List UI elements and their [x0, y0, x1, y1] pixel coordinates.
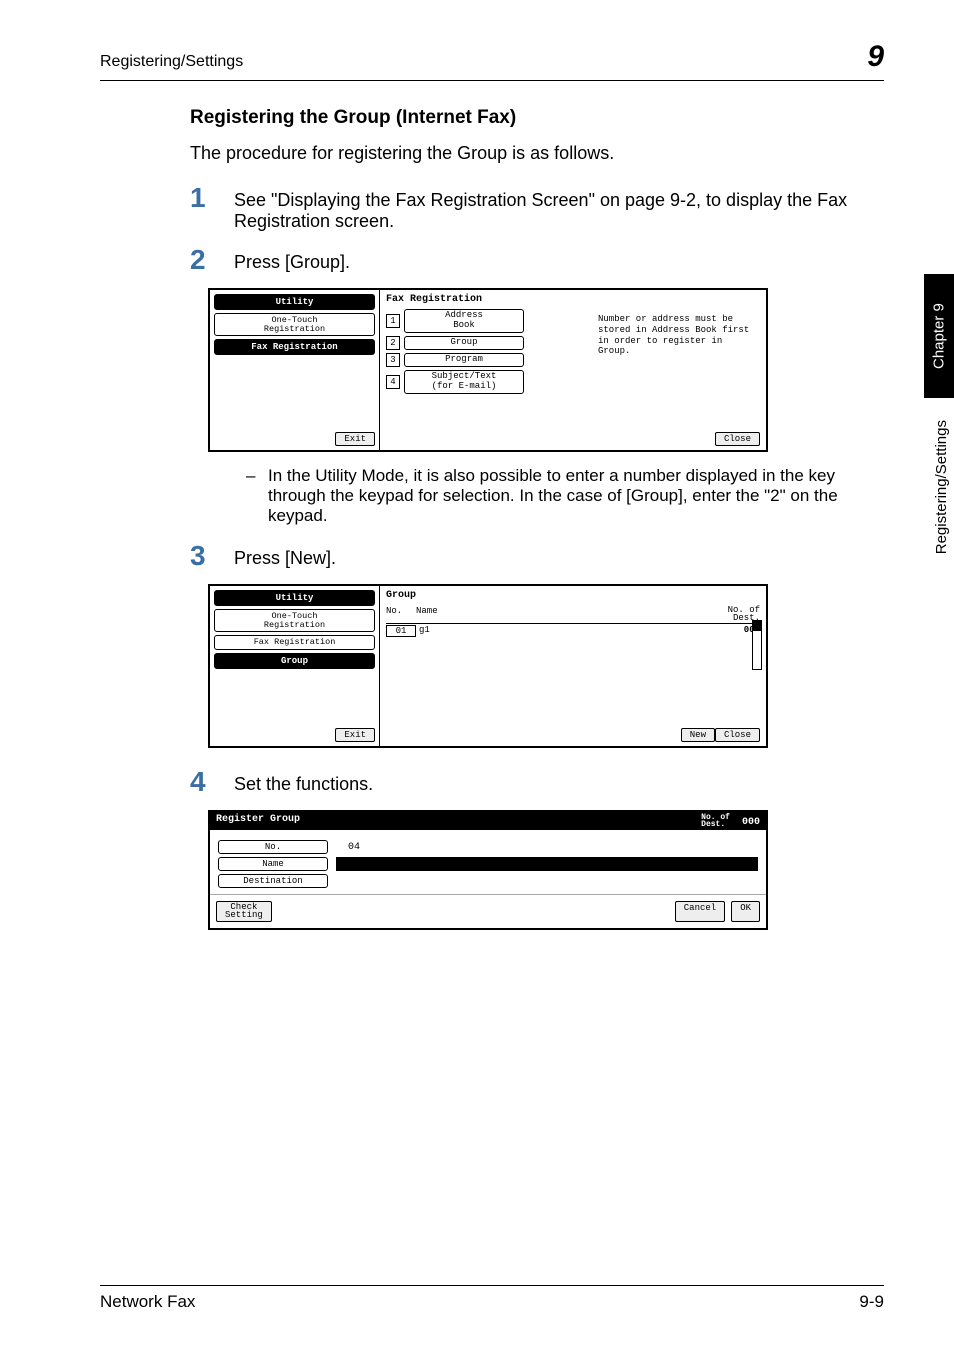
- step-2: 2 Press [Group].: [190, 246, 884, 274]
- chapter-tab: Chapter 9: [924, 274, 954, 398]
- screenshot-group-list: Utility One-Touch Registration Fax Regis…: [208, 584, 884, 748]
- step-2-number: 2: [190, 246, 234, 274]
- fax-registration-tab-2[interactable]: Fax Registration: [214, 635, 375, 650]
- utility-tab[interactable]: Utility: [214, 294, 375, 310]
- group-tab[interactable]: Group: [214, 653, 375, 669]
- group-button[interactable]: Group: [404, 336, 524, 350]
- step-1-text: See "Displaying the Fax Registration Scr…: [234, 184, 884, 232]
- page-footer: Network Fax 9-9: [100, 1285, 884, 1312]
- step-1: 1 See "Displaying the Fax Registration S…: [190, 184, 884, 232]
- screenshot-fax-registration: Utility One-Touch Registration Fax Regis…: [208, 288, 884, 452]
- step-2-note: – In the Utility Mode, it is also possib…: [246, 466, 884, 526]
- screen3-dest-label: No. of Dest.: [701, 814, 730, 828]
- group-row-name: g1: [419, 625, 690, 637]
- step-3-number: 3: [190, 542, 234, 570]
- no-value: 04: [348, 842, 360, 853]
- screen3-dest-value: 000: [742, 817, 760, 828]
- close-button-2[interactable]: Close: [715, 728, 760, 742]
- ok-button[interactable]: OK: [731, 901, 760, 921]
- intro-text: The procedure for registering the Group …: [190, 143, 884, 164]
- destination-button[interactable]: Destination: [218, 874, 328, 888]
- dash-bullet: –: [246, 466, 268, 526]
- group-row-dest: 003: [690, 625, 760, 637]
- col-dest: No. of Dest.: [690, 606, 760, 622]
- page-header: Registering/Settings 9: [100, 40, 884, 81]
- col-name: Name: [416, 606, 690, 622]
- screen3-title: Register Group: [216, 814, 300, 828]
- exit-button[interactable]: Exit: [335, 432, 375, 446]
- name-value: [336, 857, 758, 871]
- exit-button-2[interactable]: Exit: [335, 728, 375, 742]
- header-chapter-number: 9: [867, 40, 884, 74]
- header-left: Registering/Settings: [100, 53, 243, 71]
- option-4-number: 4: [386, 375, 400, 389]
- fax-registration-tab[interactable]: Fax Registration: [214, 339, 375, 355]
- option-3-number: 3: [386, 353, 400, 367]
- screenshot-register-group: Register Group No. of Dest. 000 No. 04 N…: [208, 810, 884, 930]
- step-2-text: Press [Group].: [234, 246, 350, 273]
- option-2-number: 2: [386, 336, 400, 350]
- utility-tab-2[interactable]: Utility: [214, 590, 375, 606]
- step-3: 3 Press [New].: [190, 542, 884, 570]
- screen1-title: Fax Registration: [386, 294, 760, 305]
- footer-left: Network Fax: [100, 1292, 195, 1312]
- subject-text-button[interactable]: Subject/Text (for E-mail): [404, 370, 524, 394]
- screen2-title: Group: [386, 590, 760, 601]
- new-button[interactable]: New: [681, 728, 715, 742]
- step-1-number: 1: [190, 184, 234, 212]
- step-2-note-text: In the Utility Mode, it is also possible…: [268, 466, 884, 526]
- step-4: 4 Set the functions.: [190, 768, 884, 796]
- screen1-message: Number or address must be stored in Addr…: [598, 314, 758, 357]
- address-book-button[interactable]: Address Book: [404, 309, 524, 333]
- group-row-no: 01: [386, 625, 416, 637]
- footer-right: 9-9: [859, 1292, 884, 1312]
- step-4-number: 4: [190, 768, 234, 796]
- step-4-text: Set the functions.: [234, 768, 373, 795]
- group-row-01[interactable]: 01 g1 003: [386, 624, 760, 638]
- close-button[interactable]: Close: [715, 432, 760, 446]
- scrollbar[interactable]: [752, 620, 762, 670]
- program-button[interactable]: Program: [404, 353, 524, 367]
- col-no: No.: [386, 606, 416, 622]
- one-touch-registration-tab[interactable]: One-Touch Registration: [214, 313, 375, 336]
- check-setting-button[interactable]: Check Setting: [216, 901, 272, 921]
- side-section-label: Registering/Settings: [933, 420, 950, 554]
- option-1-number: 1: [386, 314, 400, 328]
- section-title: Registering the Group (Internet Fax): [190, 107, 884, 129]
- step-3-text: Press [New].: [234, 542, 336, 569]
- name-button[interactable]: Name: [218, 857, 328, 871]
- one-touch-registration-tab-2[interactable]: One-Touch Registration: [214, 609, 375, 632]
- cancel-button[interactable]: Cancel: [675, 901, 725, 921]
- no-label: No.: [218, 840, 328, 854]
